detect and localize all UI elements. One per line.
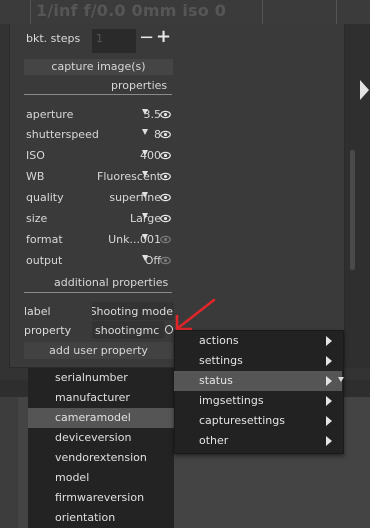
eye-icon[interactable] — [160, 255, 171, 266]
property-row-format: format Unk...001 — [26, 230, 346, 250]
eye-icon[interactable] — [160, 171, 171, 182]
property-row-iso: ISO 400 — [26, 146, 346, 166]
chevron-down-icon[interactable] — [142, 213, 148, 219]
chevron-down-icon[interactable] — [142, 171, 148, 177]
property-row-aperture: aperture 3.5 — [26, 105, 346, 125]
property-row-output: output Off — [26, 251, 346, 271]
property-row-wb: WB Fluorescent — [26, 167, 346, 187]
property-select[interactable]: shootingmc — [92, 321, 164, 339]
property-row-shutterspeed: shutterspeed 8 — [26, 125, 346, 145]
chevron-down-icon[interactable] — [142, 255, 148, 261]
size-label: size — [26, 212, 48, 225]
eye-icon[interactable] — [160, 150, 171, 161]
bkt-steps-field[interactable]: 1 — [92, 29, 136, 53]
list-item-label: serialnumber — [55, 371, 128, 384]
list-item-label: manufacturer — [55, 391, 130, 404]
chevron-down-icon[interactable] — [338, 377, 344, 382]
list-item-label: cameramodel — [55, 411, 131, 424]
list-item-label: orientation — [55, 511, 116, 524]
chevron-down-icon[interactable] — [142, 129, 148, 135]
quality-label: quality — [26, 191, 64, 204]
scrollbar[interactable] — [350, 150, 355, 270]
chevron-down-icon[interactable] — [142, 234, 148, 240]
menu-item-label: capturesettings — [199, 414, 285, 427]
eye-icon[interactable] — [160, 109, 171, 120]
list-item-orientation[interactable]: orientation — [28, 508, 174, 528]
additional-properties-divider — [24, 292, 172, 293]
iso-label: ISO — [26, 149, 45, 162]
properties-divider — [24, 94, 172, 95]
menu-item-imgsettings[interactable]: imgsettings — [174, 391, 342, 411]
list-item-cameramodel[interactable]: cameramodel — [28, 408, 174, 428]
chevron-down-icon[interactable] — [142, 192, 148, 198]
chevron-right-icon — [326, 356, 332, 366]
menu-item-label: settings — [199, 354, 243, 367]
left-strip — [0, 24, 9, 380]
menu-item-actions[interactable]: actions — [174, 331, 342, 351]
list-item-label: vendorextension — [55, 451, 147, 464]
add-user-property-button[interactable]: add user property — [24, 342, 173, 359]
menu-item-settings[interactable]: settings — [174, 351, 342, 371]
chevron-right-icon — [326, 436, 332, 446]
label-field-label: label — [24, 305, 51, 318]
chevron-right-icon — [326, 416, 332, 426]
eye-icon[interactable] — [160, 234, 171, 245]
properties-header: properties — [111, 79, 168, 92]
bkt-steps-value: 1 — [96, 32, 103, 45]
property-select-value: shootingmc — [95, 324, 160, 337]
bkt-minus-button[interactable]: − — [139, 27, 154, 48]
capture-images-button[interactable]: capture image(s) — [24, 59, 173, 75]
menu-item-label: actions — [199, 334, 239, 347]
menu-item-label: imgsettings — [199, 394, 264, 407]
menu-item-label: other — [199, 434, 229, 447]
property-row-quality: quality superfine — [26, 188, 346, 208]
wb-label: WB — [26, 170, 45, 183]
property-field-label: property — [24, 324, 72, 337]
eye-icon[interactable] — [160, 129, 171, 140]
menu-item-other[interactable]: other — [174, 431, 342, 451]
bkt-steps-label: bkt. steps — [26, 32, 81, 45]
label-input-value: Shooting mode — [92, 305, 173, 318]
property-row-size: size Large — [26, 209, 346, 229]
list-item-label: firmwareversion — [55, 491, 145, 504]
wb-value[interactable]: Fluorescent — [97, 170, 161, 183]
chevron-down-icon[interactable] — [142, 109, 148, 115]
menu-item-label: status — [199, 374, 233, 387]
additional-properties-header: additional properties — [54, 276, 169, 289]
format-label: format — [26, 233, 63, 246]
bkt-plus-button[interactable]: + — [156, 26, 171, 47]
menu-item-capturesettings[interactable]: capturesettings — [174, 411, 342, 431]
list-item-model[interactable]: model — [28, 468, 174, 488]
output-label: output — [26, 254, 63, 267]
label-input[interactable]: Shooting mode — [92, 302, 174, 320]
list-item-label: model — [55, 471, 90, 484]
chevron-right-icon — [326, 376, 332, 386]
aperture-label: aperture — [26, 108, 74, 121]
top-info-bar: 1/inf f/0.0 0mm iso 0 — [0, 0, 370, 24]
menu-item-status[interactable]: status — [174, 371, 342, 391]
expand-right-panel-icon[interactable] — [360, 80, 369, 100]
quality-value[interactable]: superfine — [109, 191, 161, 204]
format-value[interactable]: Unk...001 — [108, 233, 161, 246]
list-item-manufacturer[interactable]: manufacturer — [28, 388, 174, 408]
right-panel-column — [344, 24, 370, 380]
chevron-down-icon[interactable] — [142, 150, 148, 156]
list-item-label: deviceversion — [55, 431, 132, 444]
chevron-right-icon — [326, 336, 332, 346]
shutterspeed-label: shutterspeed — [26, 128, 99, 141]
list-item-firmwareversion[interactable]: firmwareversion — [28, 488, 174, 508]
list-item-serialnumber[interactable]: serialnumber — [28, 368, 174, 388]
chevron-right-icon — [326, 396, 332, 406]
eye-icon[interactable] — [160, 213, 171, 224]
list-item-vendorextension[interactable]: vendorextension — [28, 448, 174, 468]
exposure-info-title: 1/inf f/0.0 0mm iso 0 — [36, 1, 227, 20]
eye-icon[interactable] — [160, 192, 171, 203]
list-item-deviceversion[interactable]: deviceversion — [28, 428, 174, 448]
